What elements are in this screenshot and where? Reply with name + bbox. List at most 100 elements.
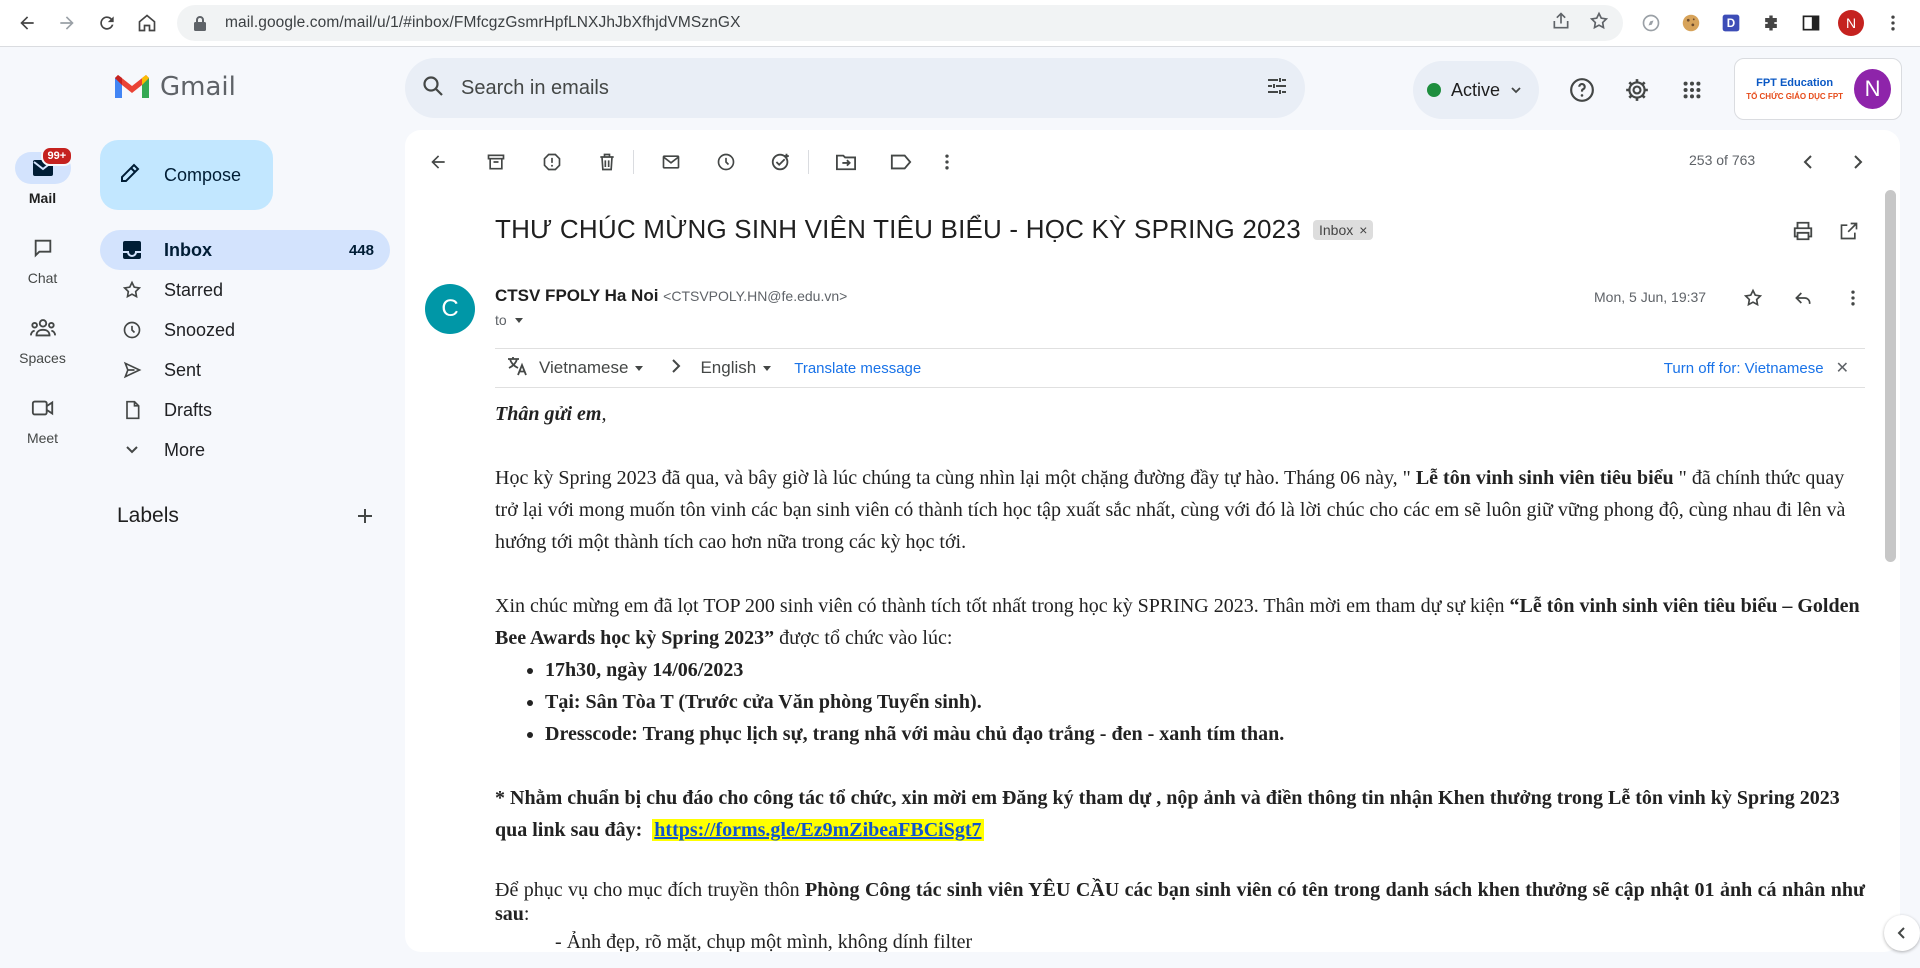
account-switcher[interactable]: FPT Education TỔ CHỨC GIÁO DỤC FPT N bbox=[1734, 58, 1902, 120]
scrollbar-thumb[interactable] bbox=[1885, 190, 1896, 562]
sidebar-item-sent[interactable]: Sent bbox=[100, 350, 390, 390]
translate-bar: Vietnamese English Translate message Tur… bbox=[495, 348, 1865, 388]
rail-item-spaces[interactable]: Spaces bbox=[0, 312, 85, 366]
chevron-down-icon bbox=[120, 438, 144, 462]
message-more-icon[interactable] bbox=[1838, 283, 1868, 313]
inbox-label-chip[interactable]: Inbox × bbox=[1312, 219, 1374, 240]
rail-item-chat[interactable]: Chat bbox=[0, 232, 85, 286]
target-language-dropdown[interactable]: English bbox=[700, 358, 772, 378]
sidebar-label-snoozed: Snoozed bbox=[164, 319, 236, 340]
sidebar-label-starred: Starred bbox=[164, 279, 224, 300]
snooze-clock-icon[interactable] bbox=[711, 147, 741, 177]
mark-unread-icon[interactable] bbox=[656, 147, 686, 177]
to-label: to bbox=[495, 312, 507, 328]
settings-gear-icon[interactable] bbox=[1619, 72, 1655, 108]
labels-section-header: Labels bbox=[117, 504, 377, 528]
remove-label-icon[interactable]: × bbox=[1359, 222, 1367, 238]
puzzle-extensions-icon[interactable] bbox=[1756, 8, 1786, 38]
star-icon bbox=[120, 278, 144, 302]
address-bar[interactable]: mail.google.com/mail/u/1/#inbox/FMfcgzGs… bbox=[177, 5, 1623, 41]
profile-avatar[interactable]: N bbox=[1836, 8, 1866, 38]
recipients-toggle[interactable]: to bbox=[495, 312, 525, 328]
event-details-list: 17h30, ngày 14/06/2023 Tại: Sân Tòa T (T… bbox=[545, 654, 1865, 750]
sidebar-item-starred[interactable]: Starred bbox=[100, 270, 390, 310]
sidebar-label-more: More bbox=[164, 439, 206, 460]
close-translate-icon[interactable]: ✕ bbox=[1836, 358, 1849, 378]
meet-video-icon bbox=[15, 392, 71, 424]
reply-icon[interactable] bbox=[1788, 283, 1818, 313]
org-logo: FPT Education TỔ CHỨC GIÁO DỤC FPT bbox=[1745, 77, 1844, 102]
rail-item-meet[interactable]: Meet bbox=[0, 392, 85, 446]
forward-icon[interactable] bbox=[50, 6, 84, 40]
report-spam-icon[interactable] bbox=[537, 147, 567, 177]
older-message-icon[interactable] bbox=[1843, 147, 1873, 177]
sidebar-label-drafts: Drafts bbox=[164, 399, 213, 420]
rail-label-chat: Chat bbox=[27, 270, 58, 286]
source-language: Vietnamese bbox=[539, 358, 629, 377]
sidebar-item-inbox[interactable]: Inbox 448 bbox=[100, 230, 390, 270]
delete-trash-icon[interactable] bbox=[592, 147, 622, 177]
help-icon[interactable] bbox=[1564, 72, 1600, 108]
add-to-tasks-icon[interactable] bbox=[766, 147, 796, 177]
archive-icon[interactable] bbox=[481, 147, 511, 177]
back-to-inbox-icon[interactable] bbox=[423, 147, 453, 177]
email-body: Thân gửi em, Học kỳ Spring 2023 đã qua, … bbox=[495, 398, 1865, 952]
translate-message-link[interactable]: Translate message bbox=[794, 360, 921, 377]
lock-icon bbox=[191, 14, 209, 32]
sidebar-item-more[interactable]: More bbox=[100, 430, 390, 470]
toolbar-divider bbox=[633, 150, 634, 174]
registration-form-link[interactable]: https://forms.gle/Ez9mZibeaFBCiSgt7 bbox=[652, 819, 984, 841]
home-icon[interactable] bbox=[130, 6, 164, 40]
bookmark-star-icon[interactable] bbox=[1589, 11, 1609, 36]
search-icon[interactable] bbox=[421, 74, 445, 103]
search-input[interactable] bbox=[461, 76, 1265, 100]
sidebar-item-drafts[interactable]: Drafts bbox=[100, 390, 390, 430]
compose-button[interactable]: Compose bbox=[100, 140, 273, 210]
status-dropdown[interactable]: Active bbox=[1413, 61, 1539, 119]
active-status-dot bbox=[1427, 83, 1441, 97]
cookie-extension-icon[interactable] bbox=[1676, 8, 1706, 38]
mail-unread-badge: 99+ bbox=[40, 146, 74, 166]
sender-name[interactable]: CTSV FPOLY Ha Noi bbox=[495, 286, 658, 305]
share-icon[interactable] bbox=[1551, 11, 1571, 36]
add-label-icon[interactable] bbox=[353, 504, 377, 528]
source-language-dropdown[interactable]: Vietnamese bbox=[539, 358, 644, 378]
print-icon[interactable] bbox=[1788, 216, 1818, 246]
inbox-chip-label: Inbox bbox=[1318, 221, 1354, 238]
translate-icon bbox=[505, 354, 529, 383]
sidebar-item-snoozed[interactable]: Snoozed bbox=[100, 310, 390, 350]
open-new-window-icon[interactable] bbox=[1834, 216, 1864, 246]
rail-item-mail[interactable]: 99+ Mail bbox=[0, 146, 85, 206]
inbox-icon bbox=[120, 238, 144, 262]
star-message-icon[interactable] bbox=[1738, 283, 1768, 313]
back-icon[interactable] bbox=[10, 6, 44, 40]
para2-text: Xin chúc mừng em đã lọt TOP 200 sinh viê… bbox=[495, 595, 1510, 617]
search-options-icon[interactable] bbox=[1265, 74, 1289, 103]
pencil-icon bbox=[118, 161, 142, 190]
rail-label-mail: Mail bbox=[28, 190, 57, 206]
sender-avatar[interactable]: C bbox=[425, 284, 475, 334]
side-panel-icon[interactable] bbox=[1796, 8, 1826, 38]
turn-off-translation-link[interactable]: Turn off for: Vietnamese bbox=[1664, 360, 1824, 377]
label-tag-icon[interactable] bbox=[886, 147, 916, 177]
compass-extension-icon[interactable] bbox=[1636, 8, 1666, 38]
reload-icon[interactable] bbox=[90, 6, 124, 40]
labels-heading: Labels bbox=[117, 504, 179, 527]
newer-message-icon[interactable] bbox=[1793, 147, 1823, 177]
para4-text: Để phục vụ cho mục đích truyền thôn bbox=[495, 879, 806, 901]
search-bar[interactable] bbox=[405, 58, 1305, 118]
paragraph-intro: Học kỳ Spring 2023 đã qua, và bây giờ là… bbox=[495, 462, 1865, 558]
profile-initial: N bbox=[1838, 10, 1864, 36]
browser-menu-icon[interactable] bbox=[1878, 8, 1908, 38]
apps-grid-icon[interactable] bbox=[1674, 72, 1710, 108]
gmail-m-icon bbox=[115, 75, 149, 98]
gmail-logo[interactable]: Gmail bbox=[112, 72, 236, 102]
chat-icon bbox=[15, 232, 71, 264]
show-side-panel-icon[interactable] bbox=[1884, 915, 1920, 951]
d-extension-icon[interactable]: D bbox=[1716, 8, 1746, 38]
greeting: Thân gửi em bbox=[495, 403, 602, 425]
list-item: Tại: Sân Tòa T (Trước cửa Văn phòng Tuyể… bbox=[545, 686, 1865, 718]
more-options-icon[interactable] bbox=[932, 147, 962, 177]
move-to-folder-icon[interactable] bbox=[831, 147, 861, 177]
status-label: Active bbox=[1451, 79, 1501, 100]
